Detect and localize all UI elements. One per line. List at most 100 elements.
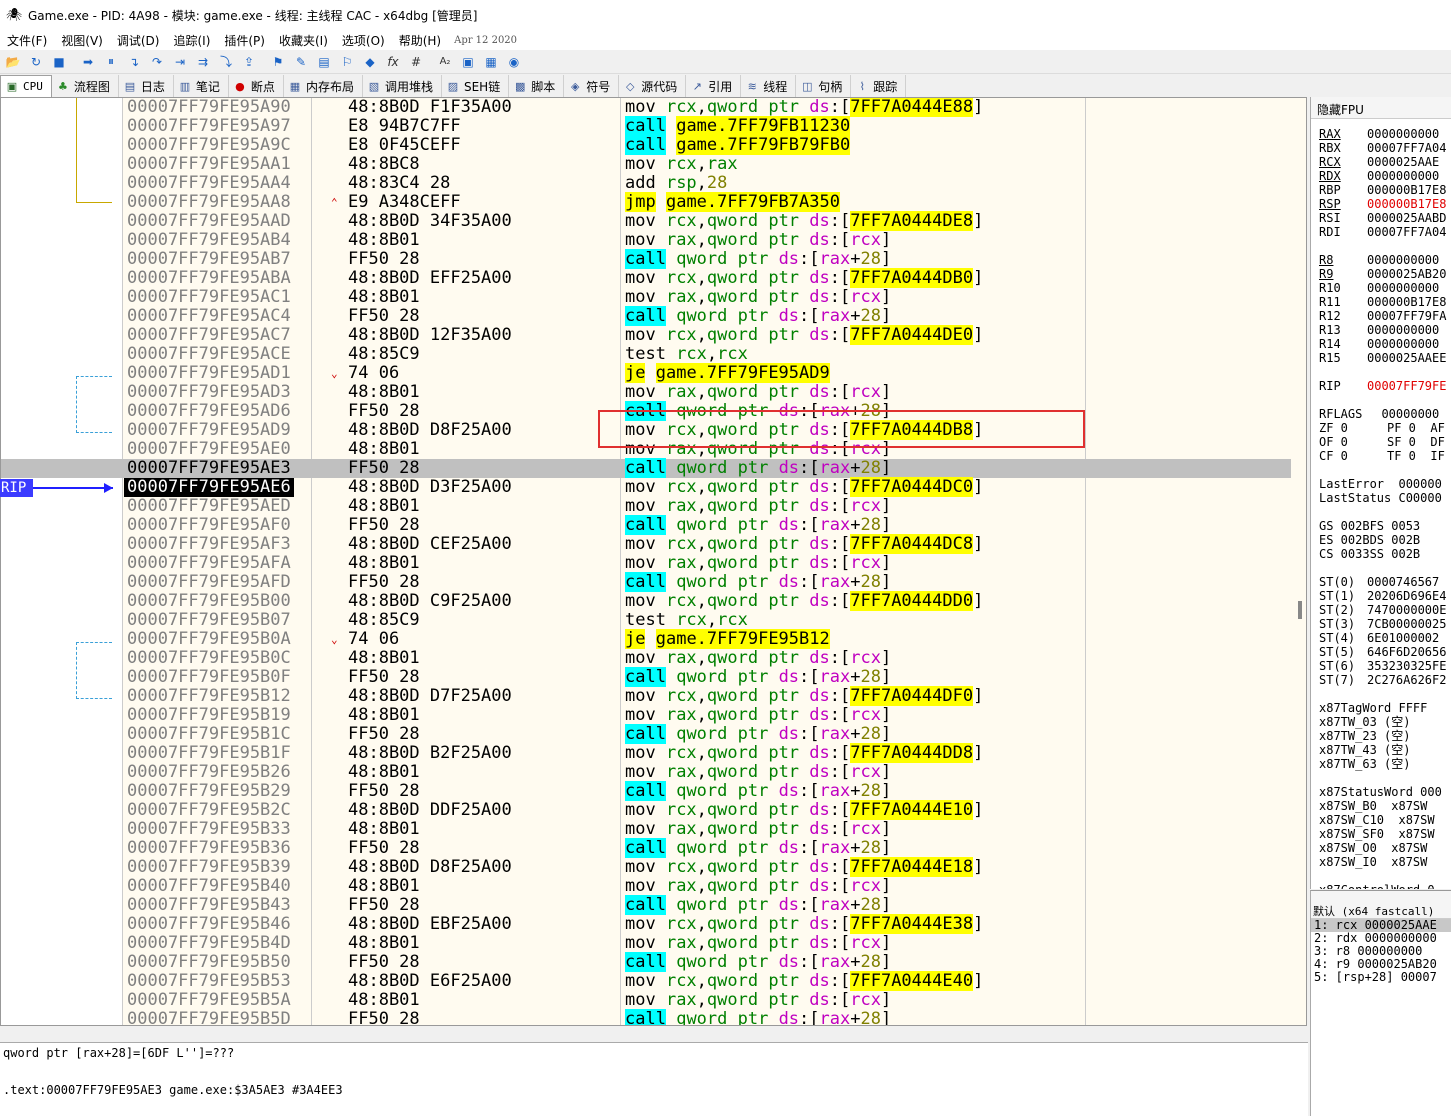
instruction-row[interactable]: 00007FF79FE95B07 48:85C9 test rcx,rcx: [1, 611, 1291, 630]
calling-convention-label[interactable]: 默认 (x64 fastcall): [1311, 891, 1451, 919]
register-row[interactable]: R10 0000000000: [1319, 281, 1439, 295]
register-row[interactable]: RDX 0000000000: [1319, 169, 1439, 183]
instruction-row[interactable]: 00007FF79FE95B5D FF50 28 call qword ptr ds…: [1, 1009, 1291, 1025]
register-row[interactable]: x87TW_43 (空): [1319, 743, 1410, 757]
step-over-icon[interactable]: ↷: [146, 52, 168, 72]
register-row[interactable]: R13 0000000000: [1319, 323, 1439, 337]
instruction-row[interactable]: 00007FF79FE95B1F 48:8B0D B2F25A00 mov rcx,…: [1, 743, 1291, 763]
register-row[interactable]: x87SW_SF0 x87SW: [1319, 827, 1435, 841]
instruction-row[interactable]: 00007FF79FE95ABA 48:8B0D EFF25A00 mov rcx,…: [1, 268, 1291, 288]
register-row[interactable]: ST(2) 7470000000E: [1319, 603, 1446, 617]
tab-symbols[interactable]: ◈ 符号: [564, 75, 620, 97]
register-row[interactable]: x87SW_B0 x87SW: [1319, 799, 1427, 813]
menu-item[interactable]: 文件(F): [0, 32, 54, 49]
call-arg-row[interactable]: 5: [rsp+28] 00007: [1311, 971, 1451, 984]
hash-label[interactable]: #: [405, 52, 427, 72]
tab-handles[interactable]: ◫ 句柄: [796, 75, 852, 97]
register-row[interactable]: RBX 00007FF7A04: [1319, 141, 1446, 155]
register-row[interactable]: RAX 0000000000: [1319, 127, 1439, 141]
menu-item[interactable]: 调试(D): [110, 32, 167, 49]
instruction-row[interactable]: 00007FF79FE95AE6 48:8B0D D3F25A00 mov rcx,…: [1, 477, 1291, 497]
register-row[interactable]: LastStatus C00000: [1319, 491, 1442, 505]
instruction-row[interactable]: 00007FF79FE95AD3 48:8B01 mov rax,qword ptr…: [1, 383, 1291, 402]
label-icon[interactable]: ▤: [313, 52, 335, 72]
trace-over-icon[interactable]: ⇉: [192, 52, 214, 72]
register-row[interactable]: OF 0 SF 0 DF 0: [1319, 435, 1451, 449]
instruction-row[interactable]: 00007FF79FE95AB7 FF50 28 call qword ptr ds…: [1, 249, 1291, 269]
open-icon[interactable]: 📂: [2, 52, 24, 72]
register-row[interactable]: RDI 00007FF7A04: [1319, 225, 1446, 239]
bookmark-icon[interactable]: ⚐: [336, 52, 358, 72]
run-icon[interactable]: ➡: [77, 52, 99, 72]
instruction-row[interactable]: 00007FF79FE95B19 48:8B01 mov rax,qword ptr…: [1, 706, 1291, 725]
register-row[interactable]: ES 002BDS 002B: [1319, 533, 1420, 547]
tab-tree[interactable]: ♣ 流程图: [52, 75, 119, 97]
tab-trace[interactable]: ⌇ 跟踪: [851, 75, 907, 97]
tab-threads[interactable]: ≋ 线程: [741, 75, 797, 97]
comment-icon[interactable]: ✎: [290, 52, 312, 72]
instruction-row[interactable]: 00007FF79FE95AFD FF50 28 call qword ptr ds…: [1, 572, 1291, 592]
instruction-row[interactable]: 00007FF79FE95AF0 FF50 28 call qword ptr ds…: [1, 515, 1291, 535]
instruction-row[interactable]: 00007FF79FE95B33 48:8B01 mov rax,qword ptr…: [1, 820, 1291, 839]
instruction-row[interactable]: 00007FF79FE95AF3 48:8B0D CEF25A00 mov rcx,…: [1, 534, 1291, 554]
register-row[interactable]: R11 000000B17E8: [1319, 295, 1446, 309]
instruction-row[interactable]: 00007FF79FE95B2C 48:8B0D DDF25A00 mov rcx,…: [1, 800, 1291, 820]
disassembly-view[interactable]: 00007FF79FE95A90 48:8B0D F1F35A00 mov rcx,…: [0, 97, 1307, 1026]
instruction-row[interactable]: 00007FF79FE95AD1 ⌄ 74 06 je game.7FF79FE95A…: [1, 363, 1291, 383]
tab-source[interactable]: ◇ 源代码: [619, 75, 687, 97]
instruction-row[interactable]: 00007FF79FE95B0A ⌄ 74 06 je game.7FF79FE95B…: [1, 629, 1291, 649]
instruction-row[interactable]: 00007FF79FE95B53 48:8B0D E6F25A00 mov rcx,…: [1, 971, 1291, 991]
register-row[interactable]: R9 0000025AB20: [1319, 267, 1446, 281]
menu-item[interactable]: 追踪(I): [166, 32, 217, 49]
patch-icon[interactable]: ▣: [457, 52, 479, 72]
register-row[interactable]: R14 0000000000: [1319, 337, 1439, 351]
step-into-icon[interactable]: ↴: [123, 52, 145, 72]
stop-icon[interactable]: ■: [48, 52, 70, 72]
instruction-row[interactable]: 00007FF79FE95B29 FF50 28 call qword ptr ds…: [1, 781, 1291, 801]
instruction-row[interactable]: 00007FF79FE95B5A 48:8B01 mov rax,qword ptr…: [1, 991, 1291, 1010]
instruction-row[interactable]: 00007FF79FE95AB4 48:8B01 mov rax,qword ptr…: [1, 231, 1291, 250]
trace-into-icon[interactable]: ⇥: [169, 52, 191, 72]
tab-notes[interactable]: ▥ 笔记: [174, 75, 229, 97]
globe-icon[interactable]: ◉: [503, 52, 525, 72]
instruction-row[interactable]: 00007FF79FE95B0C 48:8B01 mov rax,qword ptr…: [1, 649, 1291, 668]
instruction-row[interactable]: 00007FF79FE95B50 FF50 28 call qword ptr ds…: [1, 952, 1291, 972]
calculator-icon[interactable]: ▦: [480, 52, 502, 72]
instruction-row[interactable]: 00007FF79FE95B00 48:8B0D C9F25A00 mov rcx,…: [1, 591, 1291, 611]
instruction-row[interactable]: 00007FF79FE95AA8 ⌃ E9 A348CEFF jmp game.7FF…: [1, 192, 1291, 212]
register-row[interactable]: RSP 000000B17E8: [1319, 197, 1446, 211]
register-row[interactable]: RSI 0000025AABD: [1319, 211, 1446, 225]
instruction-row[interactable]: 00007FF79FE95AED 48:8B01 mov rax,qword ptr…: [1, 497, 1291, 516]
tab-references[interactable]: ↗ 引用: [686, 75, 742, 97]
instruction-row[interactable]: 00007FF79FE95B1C FF50 28 call qword ptr ds…: [1, 724, 1291, 744]
instruction-row[interactable]: 00007FF79FE95B36 FF50 28 call qword ptr ds…: [1, 838, 1291, 858]
restart-icon[interactable]: ↻: [25, 52, 47, 72]
instruction-row[interactable]: 00007FF79FE95AE3 FF50 28 call qword ptr ds…: [1, 458, 1291, 478]
execute-till-return-icon[interactable]: ⤵: [215, 52, 237, 72]
run-to-user-code-icon[interactable]: ⇪: [238, 52, 260, 72]
menu-item[interactable]: 选项(O): [335, 32, 392, 49]
register-row[interactable]: RCX 0000025AAE: [1319, 155, 1439, 169]
register-row[interactable]: CS 0033SS 002B: [1319, 547, 1420, 561]
tab-script[interactable]: ▩ 脚本: [509, 75, 565, 97]
register-row[interactable]: ST(4) 6E01000002: [1319, 631, 1439, 645]
hide-fpu-toggle[interactable]: 隐藏FPU: [1311, 97, 1451, 119]
register-row[interactable]: ST(1) 20206D696E4: [1319, 589, 1446, 603]
register-row[interactable]: GS 002BFS 0053: [1319, 519, 1420, 533]
register-row[interactable]: x87SW_I0 x87SW: [1319, 855, 1427, 869]
instruction-row[interactable]: 00007FF79FE95B26 48:8B01 mov rax,qword ptr…: [1, 763, 1291, 782]
register-row[interactable]: CF 0 TF 0 IF 1: [1319, 449, 1451, 463]
register-row[interactable]: x87SW_O0 x87SW: [1319, 841, 1427, 855]
instruction-row[interactable]: 00007FF79FE95A90 48:8B0D F1F35A00 mov rcx,…: [1, 98, 1291, 117]
instruction-row[interactable]: 00007FF79FE95AC4 FF50 28 call qword ptr ds…: [1, 306, 1291, 326]
register-row[interactable]: R12 00007FF79FA: [1319, 309, 1446, 323]
register-row[interactable]: ST(7) 2C276A626F2: [1319, 673, 1446, 687]
register-row[interactable]: RIP 00007FF79FE: [1319, 379, 1446, 393]
register-row[interactable]: x87SW_C10 x87SW: [1319, 813, 1435, 827]
register-row[interactable]: x87TW_23 (空): [1319, 729, 1410, 743]
instruction-row[interactable]: 00007FF79FE95AC7 48:8B0D 12F35A00 mov rcx,…: [1, 325, 1291, 345]
instruction-row[interactable]: 00007FF79FE95A9C E8 0F45CEFF call game.7FF…: [1, 135, 1291, 155]
register-row[interactable]: x87TagWord FFFF: [1319, 701, 1427, 715]
instruction-row[interactable]: 00007FF79FE95B43 FF50 28 call qword ptr ds…: [1, 895, 1291, 915]
tab-memory-map[interactable]: ▦ 内存布局: [284, 75, 363, 97]
